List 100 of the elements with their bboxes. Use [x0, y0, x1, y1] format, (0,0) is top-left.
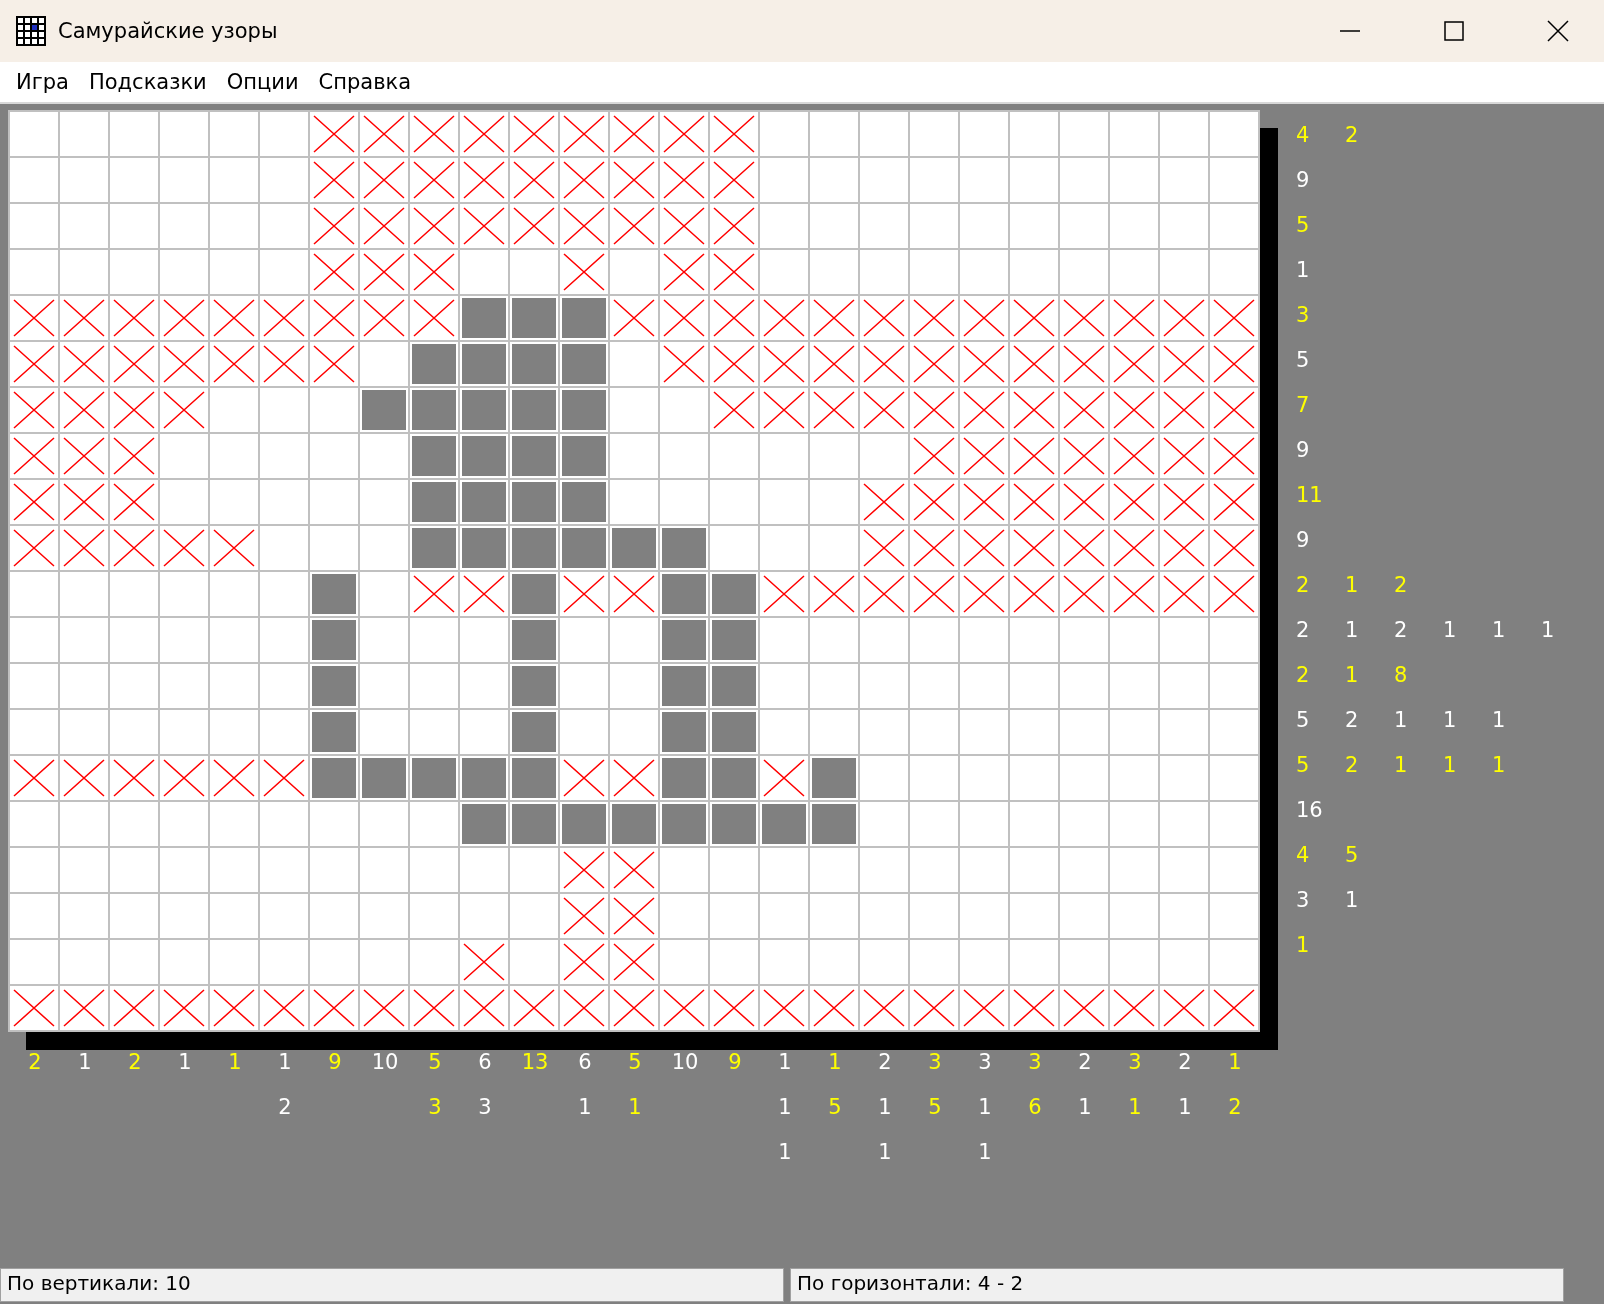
- filled-cell[interactable]: [710, 572, 758, 616]
- filled-cell[interactable]: [410, 342, 458, 386]
- menu-item[interactable]: Игра: [6, 70, 79, 94]
- column-clue-number: 2: [878, 1050, 892, 1076]
- filled-cell[interactable]: [510, 388, 558, 432]
- cross-icon: [912, 298, 956, 338]
- cross-icon: [162, 758, 206, 798]
- filled-cell[interactable]: [460, 342, 508, 386]
- filled-cell[interactable]: [660, 618, 708, 662]
- filled-cell[interactable]: [710, 618, 758, 662]
- column-clue-number: 6: [478, 1050, 492, 1076]
- cross-icon: [912, 344, 956, 384]
- row-clue-number: 16: [1296, 797, 1324, 822]
- column-clue-number: 2: [278, 1095, 292, 1121]
- filled-cell[interactable]: [360, 756, 408, 800]
- filled-cell[interactable]: [560, 434, 608, 478]
- cross-icon: [62, 436, 106, 476]
- filled-cell[interactable]: [560, 802, 608, 846]
- cross-icon: [1162, 574, 1206, 614]
- filled-cell[interactable]: [510, 480, 558, 524]
- filled-cell[interactable]: [560, 480, 608, 524]
- filled-cell[interactable]: [560, 388, 608, 432]
- row-clue-number: 1: [1296, 257, 1311, 282]
- filled-cell[interactable]: [510, 802, 558, 846]
- row-clue-number: 1: [1443, 707, 1458, 732]
- filled-cell[interactable]: [310, 618, 358, 662]
- menu-item[interactable]: Опции: [216, 70, 309, 94]
- filled-cell[interactable]: [460, 756, 508, 800]
- filled-cell[interactable]: [810, 802, 858, 846]
- row-clue-number: 5: [1345, 842, 1360, 867]
- filled-cell[interactable]: [660, 756, 708, 800]
- cross-icon: [62, 758, 106, 798]
- cross-icon: [962, 436, 1006, 476]
- row-clue-number: 2: [1345, 707, 1360, 732]
- filled-cell[interactable]: [410, 756, 458, 800]
- filled-cell[interactable]: [310, 756, 358, 800]
- cross-icon: [462, 206, 506, 246]
- cross-icon: [62, 390, 106, 430]
- filled-cell[interactable]: [460, 802, 508, 846]
- cross-icon: [262, 988, 306, 1028]
- cross-icon: [112, 482, 156, 522]
- filled-cell[interactable]: [510, 710, 558, 754]
- filled-cell[interactable]: [460, 480, 508, 524]
- filled-cell[interactable]: [410, 388, 458, 432]
- filled-cell[interactable]: [710, 664, 758, 708]
- filled-cell[interactable]: [460, 434, 508, 478]
- column-clue-number: 6: [578, 1050, 592, 1076]
- row-clue-number: 4: [1296, 122, 1311, 147]
- filled-cell[interactable]: [560, 296, 608, 340]
- cross-icon: [212, 298, 256, 338]
- filled-cell[interactable]: [560, 526, 608, 570]
- column-clue-number: 1: [578, 1095, 592, 1121]
- filled-cell[interactable]: [510, 664, 558, 708]
- filled-cell[interactable]: [710, 802, 758, 846]
- filled-cell[interactable]: [310, 710, 358, 754]
- filled-cell[interactable]: [360, 388, 408, 432]
- filled-cell[interactable]: [710, 756, 758, 800]
- cross-icon: [712, 298, 756, 338]
- cross-icon: [662, 252, 706, 292]
- filled-cell[interactable]: [660, 572, 708, 616]
- filled-cell[interactable]: [510, 572, 558, 616]
- menu-item[interactable]: Справка: [308, 70, 422, 94]
- filled-cell[interactable]: [410, 526, 458, 570]
- filled-cell[interactable]: [310, 572, 358, 616]
- filled-cell[interactable]: [510, 296, 558, 340]
- cross-icon: [212, 988, 256, 1028]
- filled-cell[interactable]: [510, 434, 558, 478]
- cross-icon: [662, 988, 706, 1028]
- filled-cell[interactable]: [510, 342, 558, 386]
- cross-icon: [12, 528, 56, 568]
- row-clue-number: 1: [1296, 932, 1311, 957]
- filled-cell[interactable]: [410, 480, 458, 524]
- filled-cell[interactable]: [460, 388, 508, 432]
- menu-item[interactable]: Подсказки: [78, 70, 217, 94]
- cross-icon: [162, 298, 206, 338]
- cross-icon: [512, 206, 556, 246]
- filled-cell[interactable]: [510, 756, 558, 800]
- filled-cell[interactable]: [710, 710, 758, 754]
- filled-cell[interactable]: [760, 802, 808, 846]
- filled-cell[interactable]: [660, 526, 708, 570]
- filled-cell[interactable]: [810, 756, 858, 800]
- filled-cell[interactable]: [310, 664, 358, 708]
- filled-cell[interactable]: [510, 618, 558, 662]
- filled-cell[interactable]: [660, 664, 708, 708]
- filled-cell[interactable]: [510, 526, 558, 570]
- cross-icon: [112, 528, 156, 568]
- column-clue-number: 3: [1028, 1050, 1042, 1076]
- cross-icon: [362, 252, 406, 292]
- cross-icon: [612, 896, 656, 936]
- filled-cell[interactable]: [460, 526, 508, 570]
- filled-cell[interactable]: [460, 296, 508, 340]
- filled-cell[interactable]: [610, 802, 658, 846]
- cross-icon: [962, 390, 1006, 430]
- filled-cell[interactable]: [660, 710, 708, 754]
- row-clue-number: 1: [1492, 707, 1507, 732]
- filled-cell[interactable]: [560, 342, 608, 386]
- cross-icon: [762, 390, 806, 430]
- filled-cell[interactable]: [660, 802, 708, 846]
- filled-cell[interactable]: [610, 526, 658, 570]
- filled-cell[interactable]: [410, 434, 458, 478]
